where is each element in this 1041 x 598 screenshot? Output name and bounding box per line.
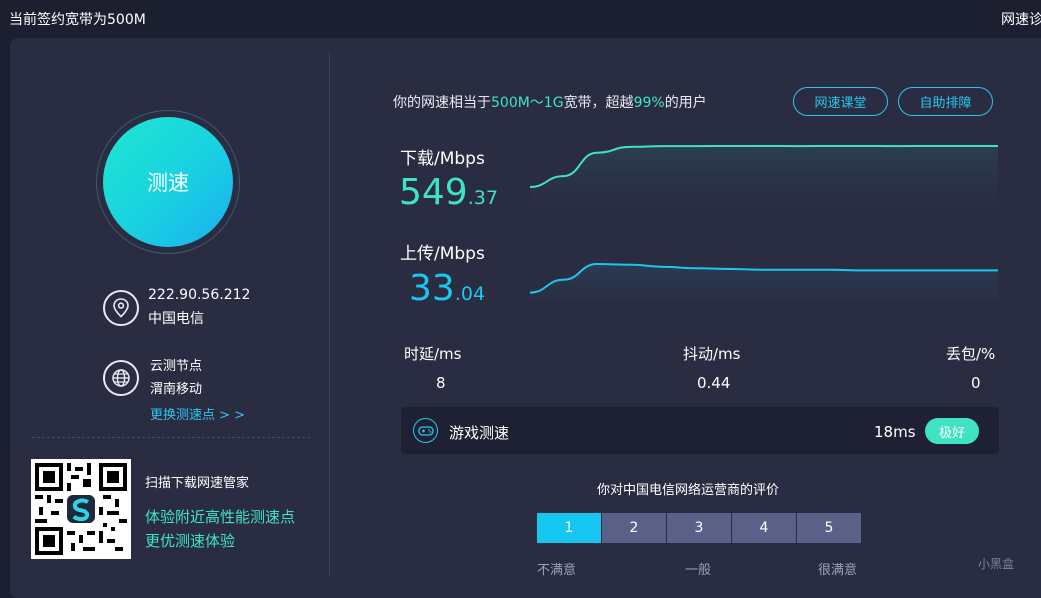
summary-suffix: 的用户 [664, 95, 707, 111]
isp-name: 中国电信 [148, 311, 204, 327]
network-diagnose-link[interactable]: 网速诊断 [1001, 9, 1041, 29]
speed-summary: 你的网速相当于500M～1G宽带，超越99%的用户 [393, 92, 707, 112]
upload-value-int: 33 [409, 268, 455, 309]
series-area-1 [530, 146, 998, 222]
summary-range: 500M～1G [491, 95, 564, 111]
qr-promo: 体验附近高性能测速点 更优测速体验 [145, 505, 295, 553]
rating-option-5[interactable]: 5 [797, 513, 861, 543]
rating-option-2[interactable]: 2 [602, 513, 666, 543]
summary-prefix: 你的网速相当于 [393, 95, 491, 111]
rating-scale: 1 2 3 4 5 [537, 513, 862, 543]
packet-loss-label: 丢包/% [946, 345, 996, 363]
self-troubleshoot-button[interactable]: 自助排障 [898, 87, 993, 116]
upload-value: 33.04 [409, 271, 485, 312]
download-label: 下载/Mbps [400, 149, 485, 169]
top-bar: 当前签约宽带为500M 网速诊断 [0, 0, 1041, 36]
speed-test-label: 测速 [147, 171, 189, 195]
rating-option-4[interactable]: 4 [732, 513, 796, 543]
contract-bandwidth-text: 当前签约宽带为500M [9, 12, 146, 28]
node-title: 云测节点 [150, 359, 203, 374]
dashed-divider [32, 437, 310, 438]
latency-value: 8 [436, 374, 446, 392]
download-value: 549.37 [399, 175, 498, 216]
location-pin-icon [103, 290, 139, 326]
speed-test-button[interactable]: 测速 [103, 117, 233, 247]
rating-caption-low: 不满意 [537, 563, 577, 578]
rating-title: 你对中国电信网络运营商的评价 [597, 483, 780, 498]
ip-address: 222.90.56.212 [148, 287, 251, 303]
qr-code-icon [31, 459, 131, 559]
latency-label: 时延/ms [404, 345, 462, 363]
speed-course-button[interactable]: 网速课堂 [793, 87, 888, 116]
download-value-int: 549 [399, 172, 468, 213]
packet-loss-value: 0 [971, 374, 981, 392]
rating-option-1[interactable]: 1 [537, 513, 601, 543]
game-speed-row[interactable]: 游戏测速 18ms 极好 [401, 407, 999, 454]
speed-chart [530, 145, 998, 300]
qr-promo-line1: 体验附近高性能测速点 [145, 508, 296, 526]
jitter-label: 抖动/ms [683, 345, 741, 363]
game-quality-badge: 极好 [925, 418, 979, 444]
game-speed-label: 游戏测速 [449, 424, 510, 442]
jitter-value: 0.44 [697, 374, 731, 392]
rating-caption-mid: 一般 [685, 563, 712, 578]
gamepad-icon [413, 418, 438, 443]
download-value-dec: .37 [467, 187, 498, 209]
column-divider [329, 52, 330, 577]
change-node-link[interactable]: 更换测速点 > > [150, 404, 245, 423]
qr-promo-line2: 更优测速体验 [145, 532, 236, 550]
watermark: 小黑盒 [978, 557, 1015, 571]
rating-option-3[interactable]: 3 [667, 513, 731, 543]
globe-icon [103, 360, 139, 396]
summary-mid: 宽带，超越 [563, 95, 634, 111]
upload-value-dec: .04 [454, 283, 486, 305]
upload-label: 上传/Mbps [400, 244, 485, 264]
game-latency: 18ms [874, 423, 916, 441]
node-name: 渭南移动 [150, 382, 203, 397]
rating-caption-high: 很满意 [818, 563, 858, 578]
summary-percent: 99% [633, 95, 665, 111]
